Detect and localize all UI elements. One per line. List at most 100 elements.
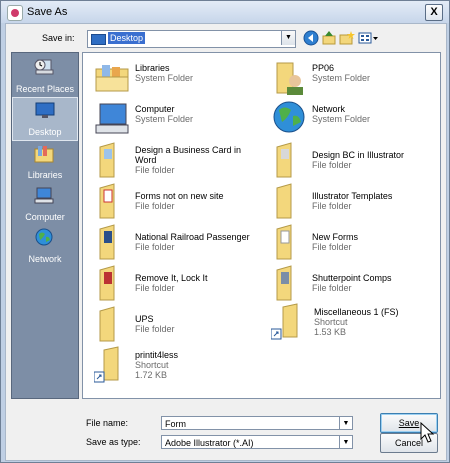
file-type: File folder (312, 160, 352, 170)
file-size: 1.53 KB (314, 327, 347, 337)
file-type: File folder (135, 242, 175, 252)
file-type: System Folder (135, 73, 194, 83)
file-item-libraries[interactable]: Libraries System Folder (91, 59, 261, 97)
place-network[interactable]: Network (12, 225, 78, 267)
title-bar: Save As X (1, 1, 449, 23)
save-type-label: Save as type: (86, 437, 141, 447)
file-name: Network (312, 104, 346, 114)
file-type: File folder (312, 283, 352, 293)
network-icon (35, 228, 53, 246)
file-name: PP06 (312, 63, 335, 73)
file-name: Remove It, Lock It (135, 273, 208, 283)
file-item-design-bc-illustrator[interactable]: Design BC in Illustrator File folder (268, 141, 438, 179)
file-item-network[interactable]: Network System Folder (268, 100, 438, 138)
folder-icon (99, 183, 115, 219)
mouse-cursor-icon (420, 422, 435, 443)
file-item-national-railroad[interactable]: National Railroad Passenger File folder (91, 223, 261, 261)
file-item-shutterpoint-comps[interactable]: Shutterpoint Comps File folder (268, 264, 438, 302)
file-name: Illustrator Templates (312, 191, 393, 201)
save-in-value: Desktop (108, 32, 146, 44)
file-name: Computer (135, 104, 175, 114)
place-libraries[interactable]: Libraries (12, 141, 78, 183)
file-item-forms-not-on-new-site[interactable]: Forms not on new site File folder (91, 182, 261, 220)
file-name: Shutterpoint Comps (312, 273, 392, 283)
recent-places-icon (34, 59, 54, 75)
save-as-dialog: Save As X Save in: Desktop ▼ Recent Plac… (0, 0, 450, 463)
file-type: System Folder (312, 114, 371, 124)
file-name: printit4less (135, 350, 179, 360)
file-name: National Railroad Passenger (135, 232, 250, 242)
file-type: File folder (135, 201, 175, 211)
save-in-label: Save in: (42, 33, 75, 43)
places-bar: Recent Places Desktop Libraries Computer… (11, 52, 79, 399)
folder-icon (99, 224, 115, 260)
file-item-pp06[interactable]: PP06 System Folder (268, 59, 438, 97)
file-type: Shortcut (135, 360, 169, 370)
folder-icon (276, 265, 292, 301)
illustrator-app-icon (7, 5, 23, 21)
place-recent-places[interactable]: Recent Places (12, 55, 78, 97)
chevron-down-icon[interactable]: ▼ (339, 416, 353, 430)
save-type-select[interactable]: Adobe Illustrator (*.AI) (161, 435, 353, 449)
place-label: Recent Places (15, 84, 75, 94)
libraries-folder-icon (95, 65, 129, 92)
place-label: Network (28, 254, 62, 264)
network-icon (273, 101, 305, 133)
new-folder-icon[interactable] (339, 30, 355, 46)
file-name: UPS (135, 314, 154, 324)
folder-icon (276, 183, 292, 219)
folder-shortcut-icon (94, 346, 119, 383)
file-item-computer[interactable]: Computer System Folder (91, 100, 261, 138)
file-type: File folder (312, 201, 352, 211)
folder-icon (276, 142, 292, 178)
file-name: Forms not on new site (135, 191, 224, 201)
place-label: Desktop (28, 127, 62, 137)
place-label: Libraries (27, 170, 63, 180)
file-type: File folder (312, 242, 352, 252)
user-folder-icon (276, 62, 303, 95)
up-folder-icon[interactable] (321, 30, 337, 46)
file-item-new-forms[interactable]: New Forms File folder (268, 223, 438, 261)
file-name: Libraries (135, 63, 170, 73)
window-title: Save As (27, 6, 68, 18)
file-item-ups[interactable]: UPS File folder (91, 305, 261, 343)
file-size: 1.72 KB (135, 370, 168, 380)
place-computer[interactable]: Computer (12, 183, 78, 225)
libraries-icon (34, 146, 54, 163)
file-item-illustrator-templates[interactable]: Illustrator Templates File folder (268, 182, 438, 220)
file-item-printit4less[interactable]: printit4less Shortcut 1.72 KB (91, 346, 261, 388)
chevron-down-icon[interactable]: ▼ (339, 435, 353, 449)
chevron-down-icon[interactable]: ▼ (281, 31, 295, 45)
file-name: Miscellaneous 1 (FS) (314, 307, 399, 317)
file-type: File folder (135, 283, 175, 293)
folder-shortcut-icon (271, 303, 298, 340)
folder-icon (99, 306, 115, 342)
folder-icon (99, 265, 115, 301)
save-in-dropdown[interactable]: Desktop ▼ (87, 30, 296, 48)
file-type: System Folder (312, 73, 371, 83)
dialog-body: Save in: Desktop ▼ Recent Places Desktop… (5, 23, 447, 461)
file-name-field[interactable]: Form (161, 416, 353, 430)
place-label: Computer (25, 212, 65, 222)
close-button[interactable]: X (425, 4, 443, 21)
file-list: Libraries System Folder PP06 System Fold… (82, 52, 441, 399)
file-type: System Folder (135, 114, 194, 124)
file-item-design-business-card[interactable]: Design a Business Card in Word File fold… (91, 141, 261, 179)
folder-icon (99, 142, 115, 178)
file-type: File folder (135, 324, 175, 334)
place-desktop[interactable]: Desktop (12, 97, 78, 141)
file-type: File folder (135, 165, 175, 175)
computer-icon (95, 103, 129, 134)
file-name: Design a Business Card in Word (135, 145, 242, 165)
file-name: Design BC in Illustrator (312, 150, 405, 160)
file-item-miscellaneous-1[interactable]: Miscellaneous 1 (FS) Shortcut 1.53 KB (268, 303, 438, 345)
views-menu-icon[interactable] (358, 30, 380, 46)
desktop-icon (91, 34, 106, 45)
file-item-remove-it-lock-it[interactable]: Remove It, Lock It File folder (91, 264, 261, 302)
save-button-label: Save (398, 418, 420, 428)
computer-icon (34, 187, 54, 204)
back-icon[interactable] (303, 30, 319, 46)
file-name-label: File name: (86, 418, 129, 428)
file-type: Shortcut (314, 317, 348, 327)
desktop-icon (35, 102, 55, 118)
